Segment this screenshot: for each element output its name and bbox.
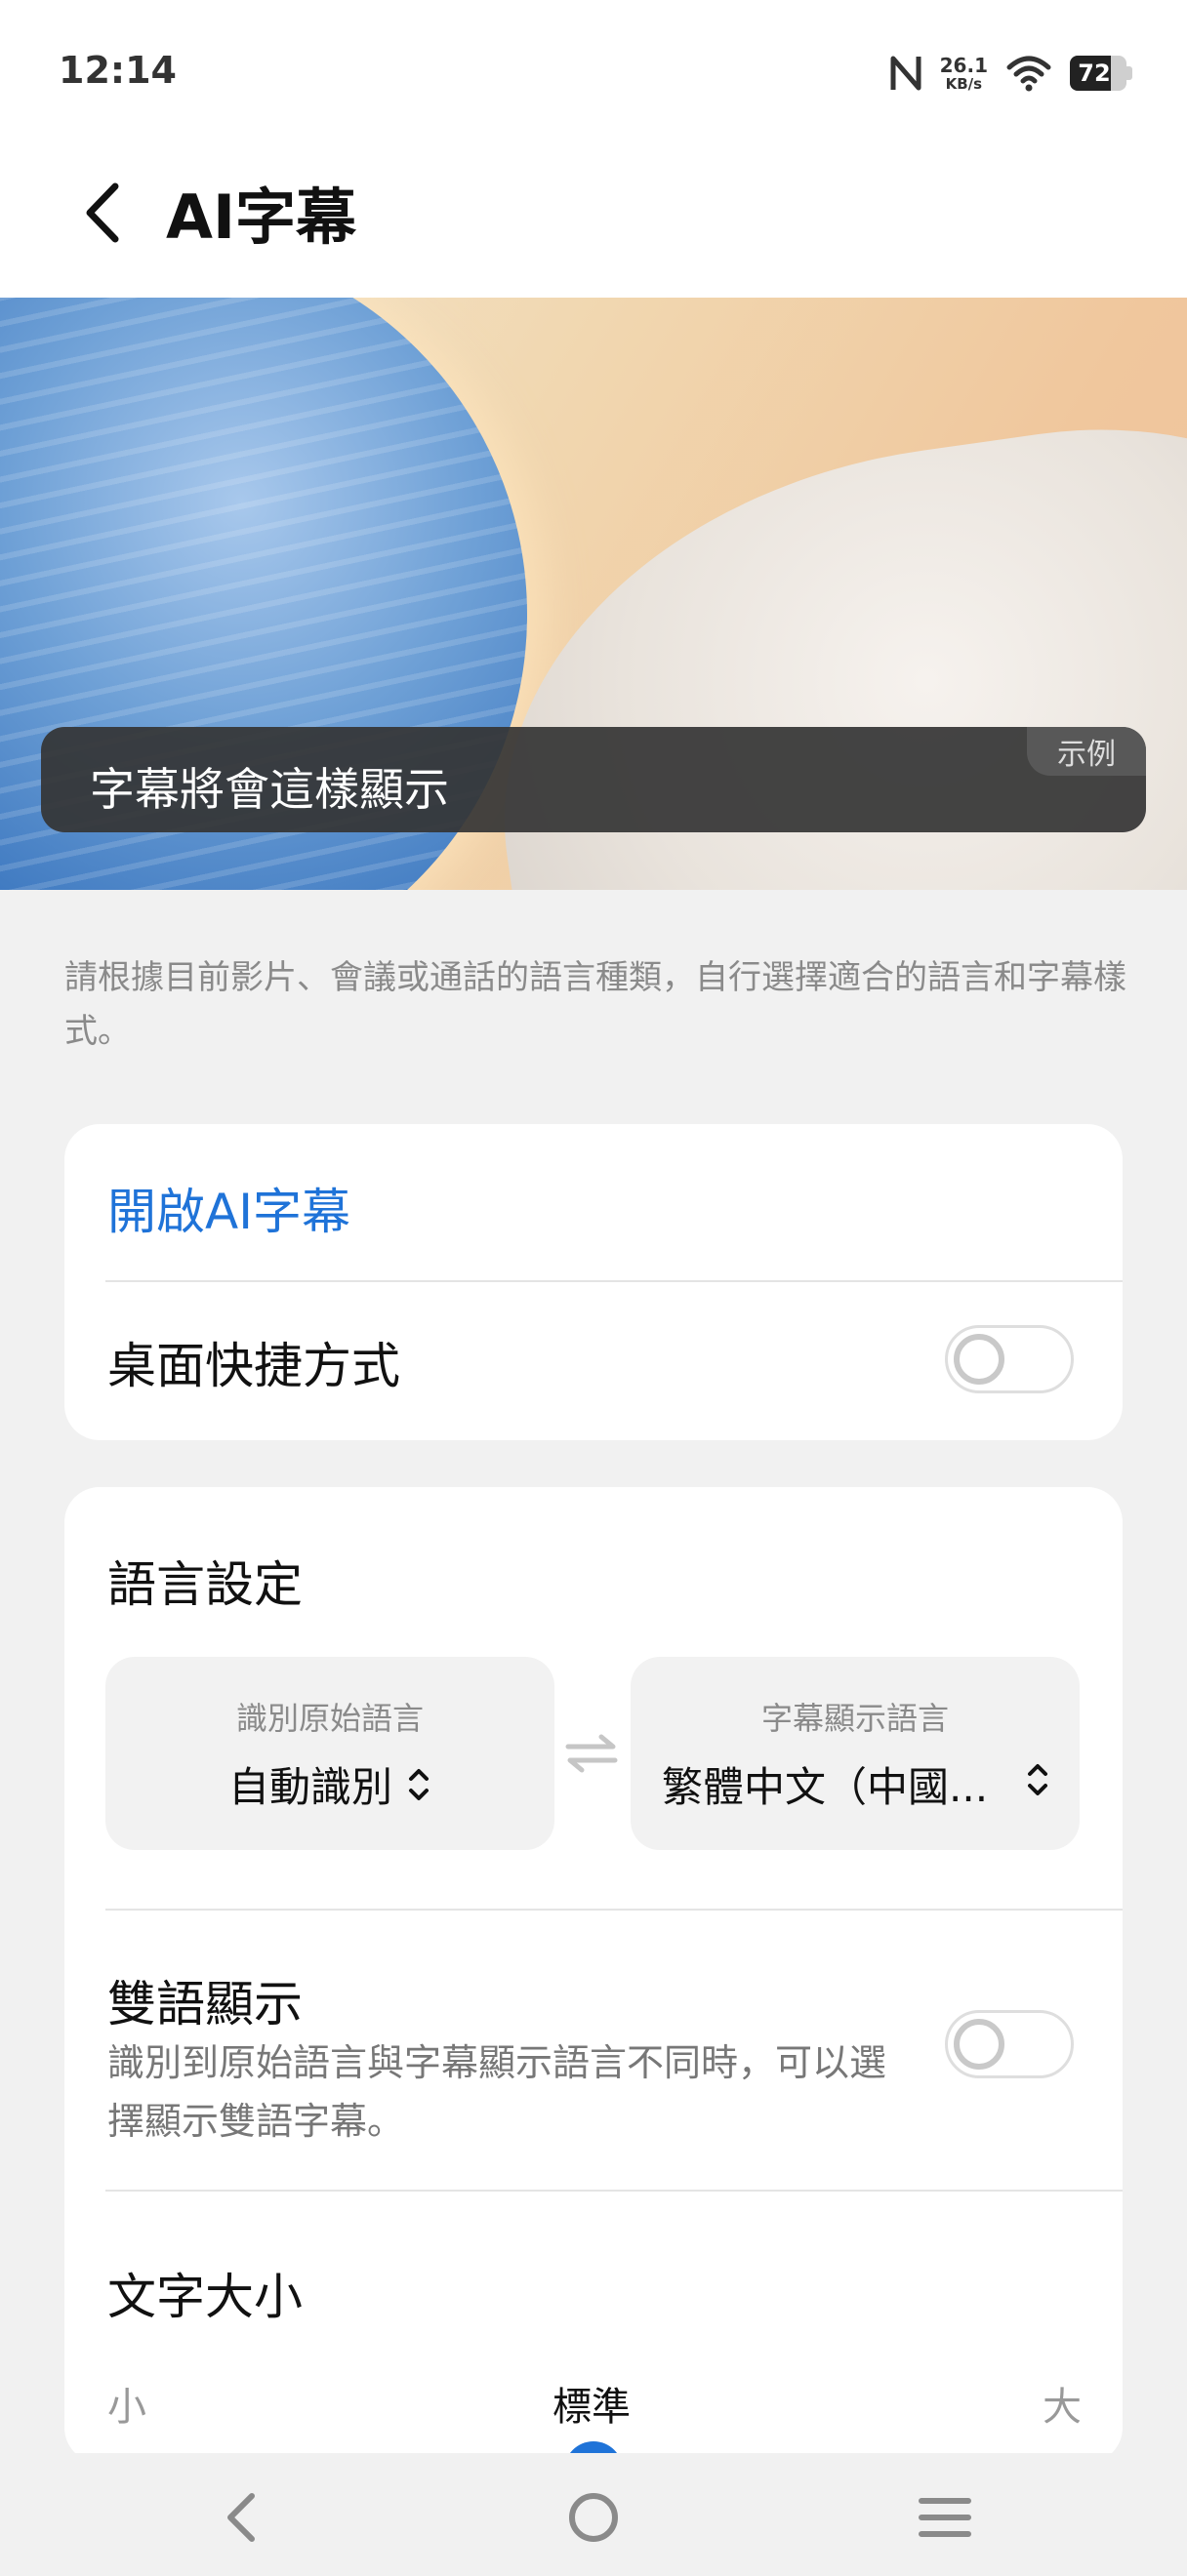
subtitle-preview-text: 字幕將會這樣顯示: [90, 763, 449, 816]
status-time: 12:14: [59, 49, 177, 92]
nav-menu-button[interactable]: [910, 2482, 980, 2553]
target-language-selector[interactable]: 字幕顯示語言 繁體中文（中國...: [631, 1657, 1080, 1850]
nfc-icon: [890, 56, 921, 91]
divider: [105, 1909, 1123, 1911]
target-language-value: 繁體中文（中國...: [662, 1763, 989, 1811]
font-size-title: 文字大小: [107, 2269, 303, 2325]
font-size-large-label: 大: [1043, 2385, 1082, 2430]
target-language-value-row: 繁體中文（中國...: [662, 1754, 1080, 1814]
bilingual-display-toggle[interactable]: [945, 2010, 1074, 2078]
app-header: AI字幕: [0, 146, 1187, 298]
source-language-caption: 識別原始語言: [235, 1700, 424, 1737]
language-settings-title: 語言設定: [107, 1556, 303, 1613]
chevron-updown-icon: [1028, 1764, 1047, 1795]
nav-home-icon: [569, 2493, 618, 2542]
target-language-caption: 字幕顯示語言: [760, 1700, 949, 1737]
nav-menu-icon: [919, 2498, 971, 2537]
battery-level: 72: [1078, 60, 1111, 87]
nav-back-button[interactable]: [205, 2482, 275, 2553]
net-speed-unit: KB/s: [945, 74, 983, 93]
font-size-small-label: 小: [107, 2385, 146, 2430]
wifi-icon: [1006, 56, 1051, 92]
subtitle-preview-area: 字幕將會這樣顯示 示例: [0, 298, 1187, 890]
navigation-bar: [0, 2453, 1187, 2576]
toggle-knob: [954, 2019, 1004, 2070]
desktop-shortcut-toggle[interactable]: [945, 1325, 1074, 1393]
font-size-standard-label: 標準: [553, 2385, 631, 2430]
divider: [105, 2190, 1123, 2192]
desktop-shortcut-label: 桌面快捷方式: [107, 1338, 400, 1394]
source-language-selector[interactable]: 識別原始語言 自動識別: [105, 1657, 554, 1850]
subtitle-preview-box: 字幕將會這樣顯示 示例: [41, 727, 1146, 832]
source-language-value: 自動識別: [227, 1763, 392, 1811]
net-speed: 26.1 KB/s: [940, 56, 988, 92]
language-settings-card: 語言設定 識別原始語言 自動識別 字幕顯示語言 繁體中文（中國... 雙語顯示 …: [64, 1487, 1123, 2463]
page-title: AI字幕: [166, 181, 357, 253]
chevron-updown-icon: [409, 1768, 429, 1800]
source-language-value-row: 自動識別: [105, 1754, 554, 1814]
open-ai-subtitle-button[interactable]: 開啟AI字幕: [107, 1173, 350, 1243]
bilingual-display-description: 識別到原始語言與字幕顯示語言不同時，可以選擇顯示雙語字幕。: [107, 2041, 887, 2143]
main-settings-card: 開啟AI字幕 桌面快捷方式: [64, 1124, 1123, 1440]
nav-home-button[interactable]: [558, 2482, 629, 2553]
bilingual-display-label: 雙語顯示: [107, 1976, 303, 2033]
status-bar: 12:14 26.1 KB/s 72: [0, 0, 1187, 146]
swap-arrows-icon[interactable]: [564, 1729, 619, 1778]
battery-icon: 72: [1070, 56, 1132, 91]
page-description: 請根據目前影片、會議或通話的語言種類，自行選擇適合的語言和字幕樣式。: [64, 958, 1126, 1051]
divider: [105, 1280, 1123, 1282]
toggle-knob: [954, 1334, 1004, 1385]
back-button[interactable]: [70, 176, 133, 250]
example-badge: 示例: [1027, 727, 1146, 776]
net-speed-value: 26.1: [939, 53, 988, 77]
nav-back-icon: [227, 2493, 255, 2542]
status-icons: 26.1 KB/s 72: [889, 47, 1132, 100]
chevron-left-icon: [86, 182, 119, 243]
